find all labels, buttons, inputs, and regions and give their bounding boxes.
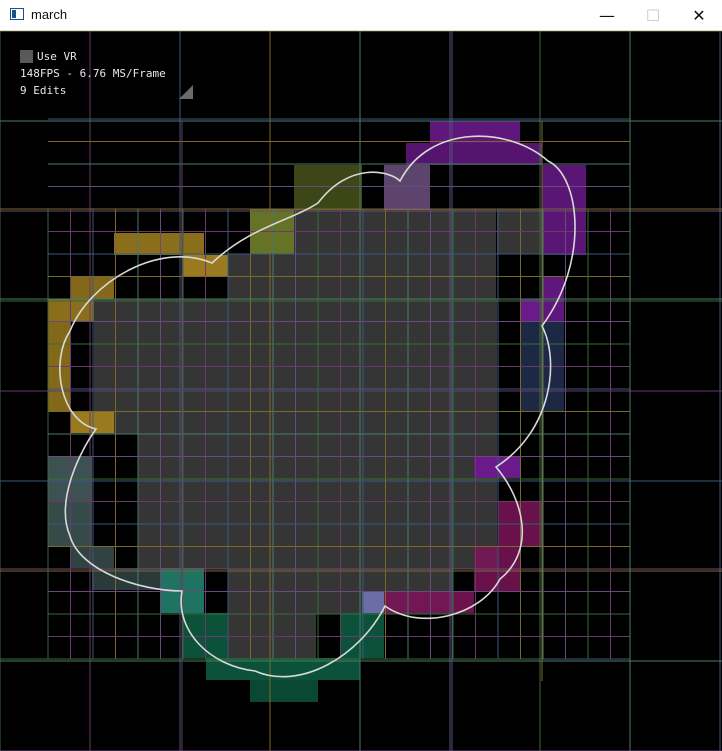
boundary-cell <box>250 680 318 702</box>
boundary-cell <box>384 165 430 210</box>
boundary-cell <box>406 143 542 165</box>
use-vr-checkbox[interactable] <box>20 50 33 63</box>
resize-corner-icon <box>179 85 193 99</box>
use-vr-label: Use VR <box>37 50 77 63</box>
boundary-cell <box>384 591 474 613</box>
window-title: march <box>31 7 68 22</box>
boundary-cell <box>114 233 204 255</box>
maximize-button[interactable]: ☐ <box>630 0 676 30</box>
boundary-cell <box>70 277 114 299</box>
render-viewport[interactable]: Use VR 148FPS - 6.76 MS/Frame 9 Edits <box>0 31 722 751</box>
app-window: march — ☐ ✕ Use VR 148FPS - 6.76 MS/Fram… <box>0 0 722 751</box>
boundary-cell <box>70 411 114 433</box>
fps-readout: 148FPS - 6.76 MS/Frame <box>20 67 166 80</box>
boundary-cell <box>362 591 384 613</box>
octree-scene <box>0 31 722 751</box>
close-button[interactable]: ✕ <box>676 0 722 30</box>
boundary-cell <box>294 165 362 210</box>
app-icon <box>10 8 24 20</box>
stats-overlay: Use VR 148FPS - 6.76 MS/Frame 9 Edits <box>20 48 166 99</box>
title-bar[interactable]: march — ☐ ✕ <box>0 0 722 31</box>
edits-count: 9 Edits <box>20 84 67 97</box>
minimize-button[interactable]: — <box>584 0 630 30</box>
